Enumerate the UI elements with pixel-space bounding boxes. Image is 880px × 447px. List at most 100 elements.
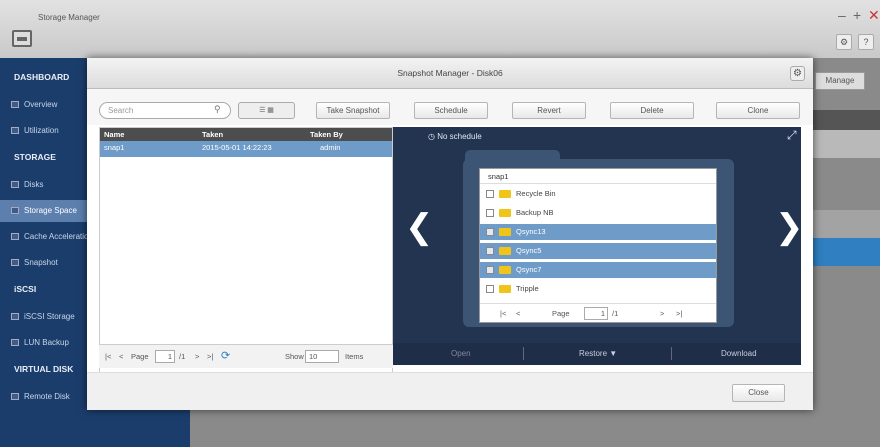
file-list-item[interactable]: Qsync7: [480, 262, 716, 278]
sidebar-item-label: iSCSI Storage: [24, 312, 75, 321]
table-pager: |< < Page 1 /1 > >| ⟳ Show 10 Items: [99, 344, 393, 368]
file-name: Backup NB: [516, 208, 554, 217]
delete-button[interactable]: Delete: [610, 102, 694, 119]
file-checkbox[interactable]: [486, 247, 494, 255]
snapshot-manager-dialog: Snapshot Manager - Disk06 ⚙ Search ⚲ ☰ ▦…: [87, 58, 813, 410]
bg-table-row: [813, 130, 880, 158]
file-list-item[interactable]: Qsync5: [480, 243, 716, 259]
maximize-button[interactable]: +: [853, 8, 861, 22]
prev-snapshot-arrow-icon[interactable]: ❮: [405, 210, 434, 244]
folder-icon: [499, 285, 511, 293]
page-label: Page: [131, 352, 149, 361]
browser-last-page[interactable]: >|: [676, 309, 682, 318]
bg-table-row: [813, 210, 880, 238]
file-name: Qsync5: [516, 246, 542, 255]
view-toggle[interactable]: ☰ ▦: [238, 102, 295, 119]
minimize-button[interactable]: –: [838, 8, 846, 22]
sidebar-item-label: Overview: [24, 100, 58, 109]
file-name: Recycle Bin: [516, 189, 556, 198]
search-icon[interactable]: ⚲: [214, 104, 228, 116]
expand-icon[interactable]: ⤢: [787, 128, 797, 143]
divider: [671, 347, 672, 360]
browser-page-input[interactable]: 1: [584, 307, 608, 320]
restore-button[interactable]: Restore ▼: [579, 349, 617, 358]
sidebar-item-icon: [11, 259, 19, 266]
sidebar-item-icon: [11, 233, 19, 240]
folder-icon: [499, 228, 511, 236]
snapshot-name: snap1: [104, 143, 125, 152]
file-name: Tripple: [516, 284, 539, 293]
sidebar-item-icon: [11, 127, 19, 134]
search-input[interactable]: Search: [99, 102, 231, 119]
sidebar-item-label: Utilization: [24, 126, 59, 135]
sidebar-item-label: Remote Disk: [24, 392, 70, 401]
file-checkbox[interactable]: [486, 228, 494, 236]
next-snapshot-arrow-icon[interactable]: ❯: [775, 210, 804, 244]
app-title-bar: [0, 0, 880, 58]
schedule-button[interactable]: Schedule: [414, 102, 488, 119]
table-header: Name Taken Taken By: [100, 128, 392, 141]
browser-page-total: /1: [612, 309, 619, 318]
sidebar-item-label: Snapshot: [24, 258, 58, 267]
help-icon[interactable]: ?: [858, 34, 874, 50]
clone-button[interactable]: Clone: [716, 102, 800, 119]
bg-table-header: [813, 110, 880, 130]
browser-first-page[interactable]: |<: [500, 309, 506, 318]
snapshot-taken-by: admin: [320, 143, 341, 152]
sidebar-item-label: LUN Backup: [24, 338, 69, 347]
sidebar-item-icon: [11, 181, 19, 188]
next-page-button[interactable]: >: [195, 352, 199, 361]
prev-page-button[interactable]: <: [119, 352, 123, 361]
folder-icon: [499, 190, 511, 198]
folder-icon: [499, 209, 511, 217]
refresh-icon[interactable]: ⟳: [221, 349, 230, 362]
first-page-button[interactable]: |<: [105, 352, 111, 361]
table-row[interactable]: snap1 2015-05-01 14:22:23 admin: [100, 141, 392, 157]
file-list-item[interactable]: Tripple: [480, 281, 716, 297]
file-checkbox[interactable]: [486, 266, 494, 274]
file-name: Qsync13: [516, 227, 546, 236]
manage-button[interactable]: Manage: [815, 72, 865, 90]
bg-selected-row: [813, 238, 880, 266]
page-input[interactable]: 1: [155, 350, 175, 363]
page-total: /1: [179, 352, 186, 361]
sidebar-item-label: Disks: [24, 180, 44, 189]
preview-action-bar: Open Restore ▼ Download: [393, 343, 801, 365]
browser-folder-name: snap1: [480, 169, 716, 184]
no-schedule-status: ◷ No schedule: [428, 132, 482, 141]
column-taken-by[interactable]: Taken By: [310, 130, 343, 139]
download-button[interactable]: Download: [721, 349, 757, 358]
open-button[interactable]: Open: [451, 349, 471, 358]
file-browser: snap1 Recycle Bin Backup NB Qsync13 Qsync5 Q…: [479, 168, 717, 323]
sidebar-item-label: Storage Space: [24, 206, 77, 215]
file-checkbox[interactable]: [486, 285, 494, 293]
sidebar-item-icon: [11, 393, 19, 400]
sidebar-item-label: iSCSI: [14, 284, 37, 294]
sidebar-item-icon: [11, 101, 19, 108]
file-list-item[interactable]: Recycle Bin: [480, 186, 716, 202]
folder-icon: [499, 247, 511, 255]
browser-pager: |< < Page 1 /1 > >|: [480, 303, 716, 322]
dialog-footer: [87, 372, 813, 410]
show-count-select[interactable]: 10: [305, 350, 339, 363]
column-taken[interactable]: Taken: [202, 130, 223, 139]
dialog-settings-icon[interactable]: ⚙: [790, 66, 805, 81]
browser-next-page[interactable]: >: [660, 309, 664, 318]
close-window-button[interactable]: ✕: [868, 8, 880, 22]
settings-gear-icon[interactable]: ⚙: [836, 34, 852, 50]
no-schedule-text: No schedule: [437, 132, 482, 141]
last-page-button[interactable]: >|: [207, 352, 213, 361]
snapshot-taken: 2015-05-01 14:22:23: [202, 143, 272, 152]
file-checkbox[interactable]: [486, 209, 494, 217]
close-button[interactable]: Close: [732, 384, 785, 402]
revert-button[interactable]: Revert: [512, 102, 586, 119]
take-snapshot-button[interactable]: Take Snapshot: [316, 102, 390, 119]
column-name[interactable]: Name: [104, 130, 124, 139]
file-list-item[interactable]: Backup NB: [480, 205, 716, 221]
file-list-item[interactable]: Qsync13: [480, 224, 716, 240]
storage-app-icon[interactable]: [12, 30, 32, 47]
browser-prev-page[interactable]: <: [516, 309, 520, 318]
file-checkbox[interactable]: [486, 190, 494, 198]
sidebar-item-label: DASHBOARD: [14, 72, 70, 82]
app-title: Storage Manager: [38, 13, 100, 22]
